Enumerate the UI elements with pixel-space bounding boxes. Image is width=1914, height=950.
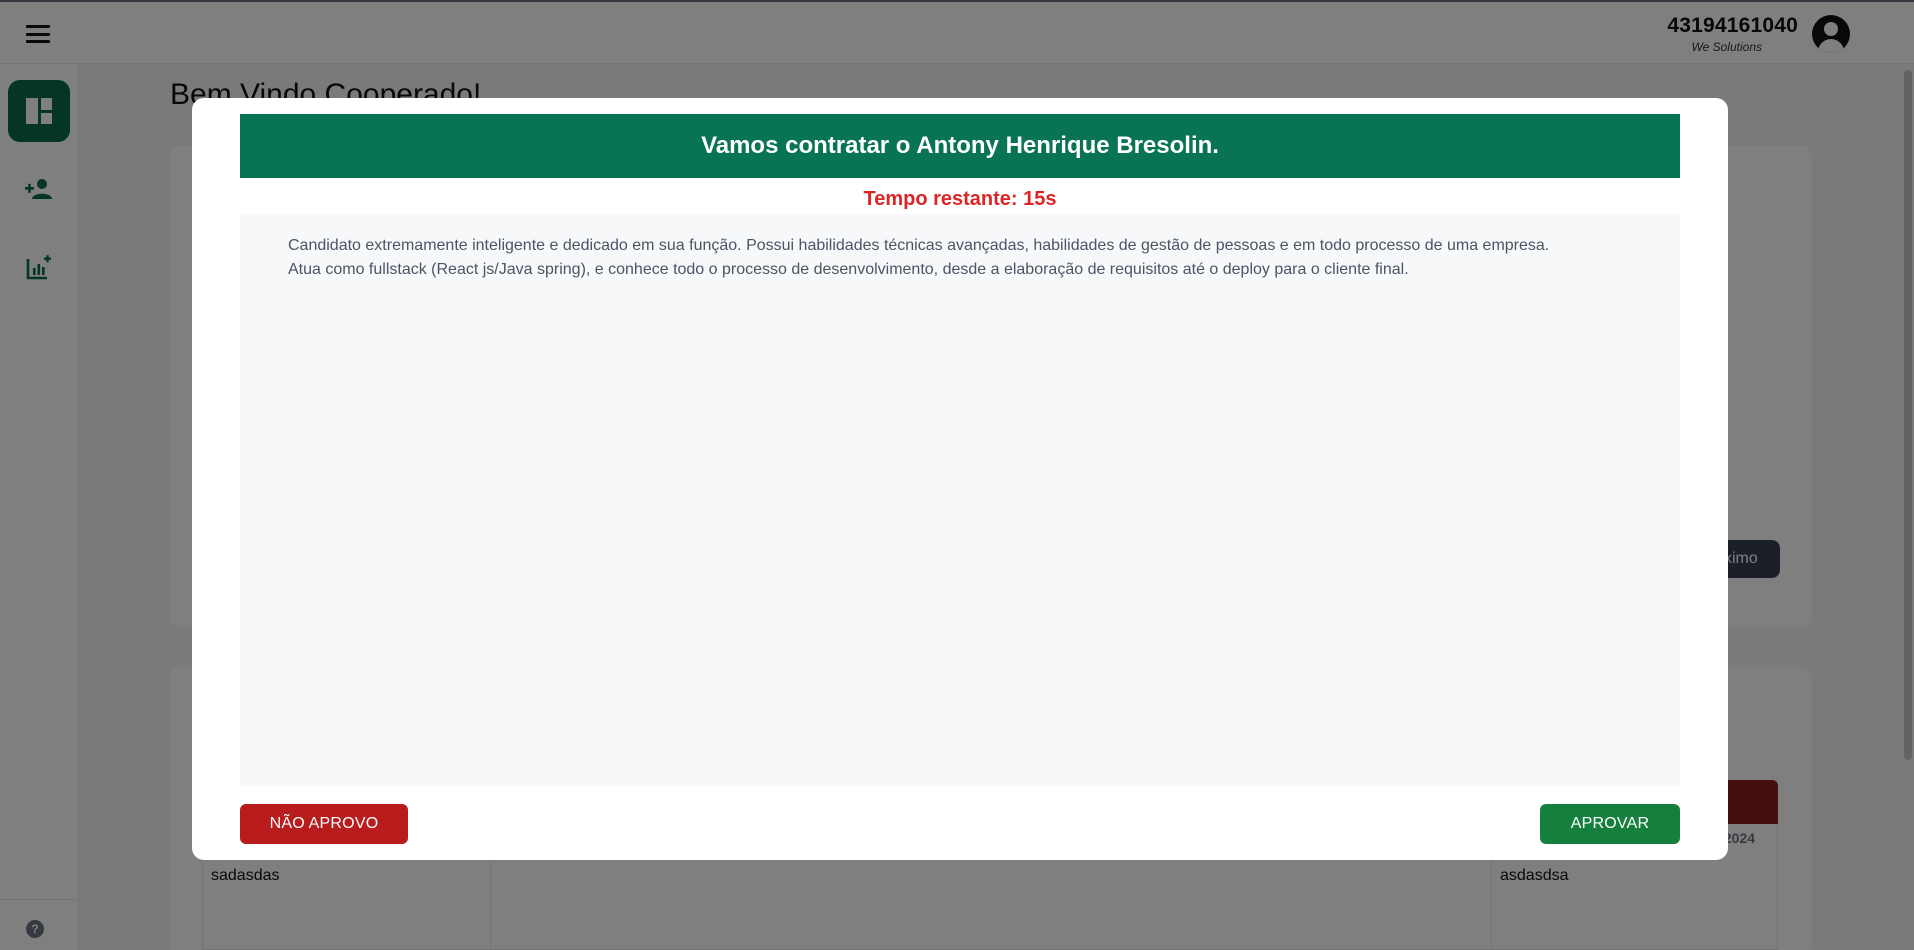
description-line: Candidato extremamente inteligente e ded… [288,237,1550,254]
approve-button[interactable]: APROVAR [1540,804,1680,844]
modal-title: Vamos contratar o Antony Henrique Bresol… [240,114,1680,178]
reject-button[interactable]: NÃO APROVO [240,804,408,844]
description-line: Atua como fullstack (React js/Java sprin… [288,261,1409,278]
candidate-description: Candidato extremamente inteligente e ded… [240,214,1680,786]
approval-modal: Vamos contratar o Antony Henrique Bresol… [192,98,1728,860]
countdown-timer: Tempo restante: 15s [863,188,1057,210]
